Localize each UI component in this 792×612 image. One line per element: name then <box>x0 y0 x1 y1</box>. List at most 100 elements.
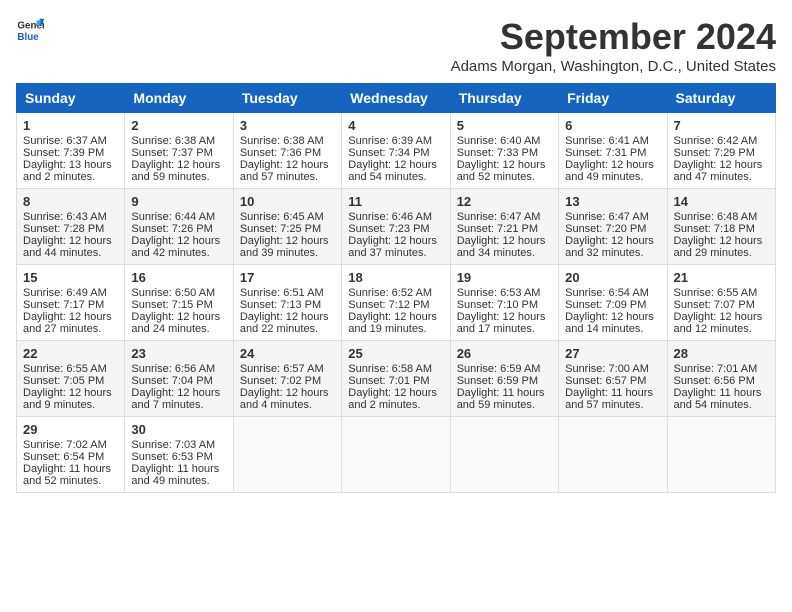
month-title: September 2024 <box>451 16 776 58</box>
calendar-cell <box>559 417 667 493</box>
sunset-text: Sunset: 7:31 PM <box>565 147 660 159</box>
sunset-text: Sunset: 6:57 PM <box>565 375 660 387</box>
calendar-cell: 1Sunrise: 6:37 AMSunset: 7:39 PMDaylight… <box>17 113 125 189</box>
sunset-text: Sunset: 7:25 PM <box>240 223 335 235</box>
sunset-text: Sunset: 7:39 PM <box>23 147 118 159</box>
header-day-wednesday: Wednesday <box>342 84 450 113</box>
day-number: 6 <box>565 118 660 133</box>
sunrise-text: Sunrise: 7:02 AM <box>23 439 118 451</box>
sunset-text: Sunset: 7:15 PM <box>131 299 226 311</box>
day-number: 17 <box>240 270 335 285</box>
sunset-text: Sunset: 7:28 PM <box>23 223 118 235</box>
calendar-cell: 24Sunrise: 6:57 AMSunset: 7:02 PMDayligh… <box>233 341 341 417</box>
daylight-text: Daylight: 12 hours and 19 minutes. <box>348 311 443 335</box>
daylight-text: Daylight: 12 hours and 42 minutes. <box>131 235 226 259</box>
sunset-text: Sunset: 6:53 PM <box>131 451 226 463</box>
sunset-text: Sunset: 7:26 PM <box>131 223 226 235</box>
day-number: 11 <box>348 194 443 209</box>
svg-text:Blue: Blue <box>17 32 39 43</box>
daylight-text: Daylight: 12 hours and 29 minutes. <box>674 235 769 259</box>
header-day-thursday: Thursday <box>450 84 558 113</box>
calendar-cell: 7Sunrise: 6:42 AMSunset: 7:29 PMDaylight… <box>667 113 775 189</box>
sunrise-text: Sunrise: 6:44 AM <box>131 211 226 223</box>
day-number: 28 <box>674 346 769 361</box>
sunset-text: Sunset: 7:09 PM <box>565 299 660 311</box>
title-area: September 2024 Adams Morgan, Washington,… <box>451 16 776 75</box>
calendar-cell: 2Sunrise: 6:38 AMSunset: 7:37 PMDaylight… <box>125 113 233 189</box>
logo: General Blue <box>16 16 44 44</box>
week-row-5: 29 Sunrise: 7:02 AMSunset: 6:54 PM Dayligh… <box>17 417 776 493</box>
sunset-text: Sunset: 7:18 PM <box>674 223 769 235</box>
sunrise-text: Sunrise: 6:37 AM <box>23 135 118 147</box>
header-day-friday: Friday <box>559 84 667 113</box>
daylight-text: Daylight: 12 hours and 44 minutes. <box>23 235 118 259</box>
day-number: 10 <box>240 194 335 209</box>
sunrise-text: Sunrise: 6:43 AM <box>23 211 118 223</box>
calendar-cell <box>667 417 775 493</box>
sunset-text: Sunset: 7:07 PM <box>674 299 769 311</box>
day-number: 14 <box>674 194 769 209</box>
day-number: 8 <box>23 194 118 209</box>
calendar-cell: 27Sunrise: 7:00 AMSunset: 6:57 PMDayligh… <box>559 341 667 417</box>
sunset-text: Sunset: 7:10 PM <box>457 299 552 311</box>
sunset-text: Sunset: 7:05 PM <box>23 375 118 387</box>
sunrise-text: Sunrise: 6:59 AM <box>457 363 552 375</box>
calendar-cell: 15Sunrise: 6:49 AMSunset: 7:17 PMDayligh… <box>17 265 125 341</box>
sunset-text: Sunset: 7:01 PM <box>348 375 443 387</box>
sunrise-text: Sunrise: 6:42 AM <box>674 135 769 147</box>
sunset-text: Sunset: 6:54 PM <box>23 451 118 463</box>
day-number: 23 <box>131 346 226 361</box>
day-number: 24 <box>240 346 335 361</box>
daylight-text: Daylight: 12 hours and 12 minutes. <box>674 311 769 335</box>
daylight-text: Daylight: 12 hours and 4 minutes. <box>240 387 335 411</box>
sunset-text: Sunset: 7:04 PM <box>131 375 226 387</box>
header-day-saturday: Saturday <box>667 84 775 113</box>
day-number: 22 <box>23 346 118 361</box>
sunrise-text: Sunrise: 6:47 AM <box>457 211 552 223</box>
sunrise-text: Sunrise: 6:51 AM <box>240 287 335 299</box>
day-number: 4 <box>348 118 443 133</box>
calendar-cell: 18Sunrise: 6:52 AMSunset: 7:12 PMDayligh… <box>342 265 450 341</box>
sunrise-text: Sunrise: 6:47 AM <box>565 211 660 223</box>
sunrise-text: Sunrise: 6:55 AM <box>23 363 118 375</box>
daylight-text: Daylight: 11 hours and 49 minutes. <box>131 463 226 487</box>
daylight-text: Daylight: 12 hours and 47 minutes. <box>674 159 769 183</box>
week-row-2: 8Sunrise: 6:43 AMSunset: 7:28 PMDaylight… <box>17 189 776 265</box>
calendar-cell: 6Sunrise: 6:41 AMSunset: 7:31 PMDaylight… <box>559 113 667 189</box>
day-number: 26 <box>457 346 552 361</box>
header-day-tuesday: Tuesday <box>233 84 341 113</box>
sunrise-text: Sunrise: 6:41 AM <box>565 135 660 147</box>
daylight-text: Daylight: 13 hours and 2 minutes. <box>23 159 118 183</box>
header-day-sunday: Sunday <box>17 84 125 113</box>
calendar-cell: 16Sunrise: 6:50 AMSunset: 7:15 PMDayligh… <box>125 265 233 341</box>
day-number: 25 <box>348 346 443 361</box>
calendar-cell: 20Sunrise: 6:54 AMSunset: 7:09 PMDayligh… <box>559 265 667 341</box>
calendar-cell <box>233 417 341 493</box>
sunset-text: Sunset: 7:37 PM <box>131 147 226 159</box>
daylight-text: Daylight: 11 hours and 59 minutes. <box>457 387 552 411</box>
sunset-text: Sunset: 7:20 PM <box>565 223 660 235</box>
week-row-4: 22Sunrise: 6:55 AMSunset: 7:05 PMDayligh… <box>17 341 776 417</box>
sunset-text: Sunset: 7:17 PM <box>23 299 118 311</box>
day-number: 3 <box>240 118 335 133</box>
sunrise-text: Sunrise: 6:56 AM <box>131 363 226 375</box>
sunrise-text: Sunrise: 6:50 AM <box>131 287 226 299</box>
sunset-text: Sunset: 7:13 PM <box>240 299 335 311</box>
day-number: 19 <box>457 270 552 285</box>
calendar-cell: 17Sunrise: 6:51 AMSunset: 7:13 PMDayligh… <box>233 265 341 341</box>
calendar-cell: 22 Sunrise: 6:55 AMSunset: 7:05 PMDayligh… <box>17 341 125 417</box>
calendar-cell: 5Sunrise: 6:40 AMSunset: 7:33 PMDaylight… <box>450 113 558 189</box>
day-number: 16 <box>131 270 226 285</box>
day-number: 5 <box>457 118 552 133</box>
daylight-text: Daylight: 11 hours and 54 minutes. <box>674 387 769 411</box>
day-number: 2 <box>131 118 226 133</box>
sunrise-text: Sunrise: 6:55 AM <box>674 287 769 299</box>
calendar-body: 1Sunrise: 6:37 AMSunset: 7:39 PMDaylight… <box>17 113 776 493</box>
sunrise-text: Sunrise: 7:01 AM <box>674 363 769 375</box>
week-row-1: 1Sunrise: 6:37 AMSunset: 7:39 PMDaylight… <box>17 113 776 189</box>
sunrise-text: Sunrise: 6:58 AM <box>348 363 443 375</box>
daylight-text: Daylight: 12 hours and 9 minutes. <box>23 387 118 411</box>
day-number: 29 <box>23 422 118 437</box>
sunset-text: Sunset: 6:59 PM <box>457 375 552 387</box>
daylight-text: Daylight: 12 hours and 34 minutes. <box>457 235 552 259</box>
